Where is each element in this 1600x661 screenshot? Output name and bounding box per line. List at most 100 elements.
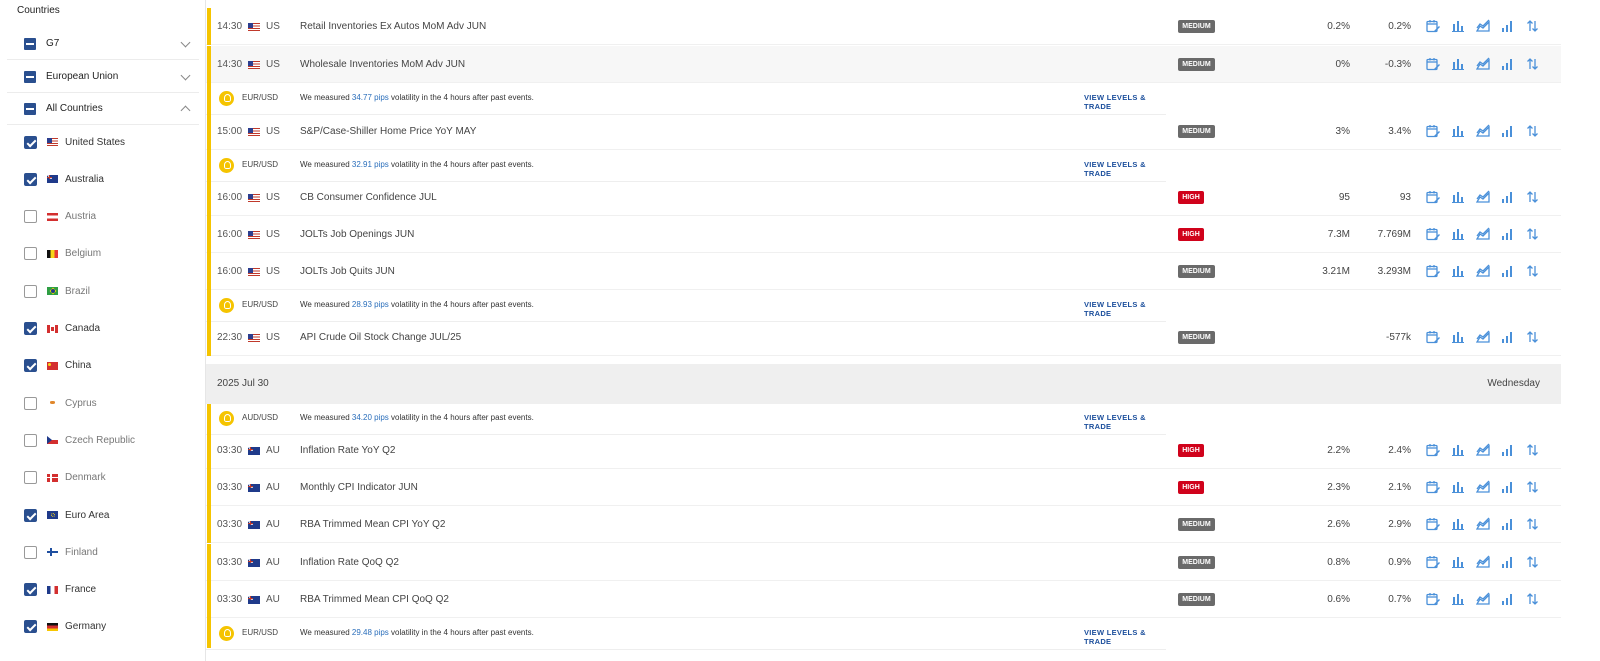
calendar-edit-icon[interactable] [1426,19,1440,33]
calendar-edit-icon[interactable] [1426,480,1440,494]
country-item-euro-area[interactable]: Euro Area [24,507,109,523]
group-select-toggle[interactable] [24,70,36,83]
sort-arrows-icon[interactable] [1526,443,1540,457]
country-item-canada[interactable]: Canada [24,321,100,337]
bar-chart-icon[interactable] [1451,330,1465,344]
calendar-edit-icon[interactable] [1426,555,1440,569]
sort-arrows-icon[interactable] [1526,124,1540,138]
country-item-united-states[interactable]: United States [24,134,125,150]
event-name[interactable]: Wholesale Inventories MoM Adv JUN [300,59,465,70]
calendar-edit-icon[interactable] [1426,124,1440,138]
area-chart-icon[interactable] [1475,190,1490,204]
event-name[interactable]: S&P/Case-Shiller Home Price YoY MAY [300,126,476,137]
country-checkbox[interactable] [24,396,37,410]
signal-bars-icon[interactable] [1501,592,1515,606]
event-name[interactable]: JOLTs Job Quits JUN [300,266,395,277]
country-item-denmark[interactable]: Denmark [24,470,106,486]
calendar-edit-icon[interactable] [1426,227,1440,241]
view-levels-trade-link[interactable]: VIEW LEVELS & TRADE [1084,628,1166,646]
chevron-down-icon[interactable] [180,70,191,81]
event-name[interactable]: JOLTs Job Openings JUN [300,229,414,240]
country-item-china[interactable]: China [24,358,91,374]
sort-arrows-icon[interactable] [1526,57,1540,71]
chevron-down-icon[interactable] [180,37,191,48]
country-item-france[interactable]: France [24,582,96,598]
bar-chart-icon[interactable] [1451,480,1465,494]
signal-bars-icon[interactable] [1501,264,1515,278]
area-chart-icon[interactable] [1475,517,1490,531]
calendar-edit-icon[interactable] [1426,517,1440,531]
bar-chart-icon[interactable] [1451,227,1465,241]
event-name[interactable]: RBA Trimmed Mean CPI YoY Q2 [300,519,445,530]
signal-bars-icon[interactable] [1501,480,1515,494]
calendar-edit-icon[interactable] [1426,264,1440,278]
calendar-edit-icon[interactable] [1426,57,1440,71]
event-row[interactable]: 15:00 US S&P/Case-Shiller Home Price YoY… [206,113,1561,150]
country-checkbox[interactable] [24,545,37,559]
calendar-edit-icon[interactable] [1426,190,1440,204]
event-row[interactable]: 03:30 AU Inflation Rate YoY Q2 HIGH 2.2%… [206,432,1561,469]
event-row[interactable]: 03:30 AU RBA Trimmed Mean CPI YoY Q2 MED… [206,506,1561,543]
calendar-edit-icon[interactable] [1426,330,1440,344]
bar-chart-icon[interactable] [1451,443,1465,457]
area-chart-icon[interactable] [1475,264,1490,278]
event-row[interactable]: 16:00 US CB Consumer Confidence JUL HIGH… [206,179,1561,216]
sort-arrows-icon[interactable] [1526,264,1540,278]
bar-chart-icon[interactable] [1451,517,1465,531]
event-name[interactable]: Inflation Rate QoQ Q2 [300,557,399,568]
view-levels-trade-link[interactable]: VIEW LEVELS & TRADE [1084,160,1166,178]
area-chart-icon[interactable] [1475,555,1490,569]
event-name[interactable]: Retail Inventories Ex Autos MoM Adv JUN [300,21,486,32]
signal-bars-icon[interactable] [1501,555,1515,569]
country-item-belgium[interactable]: Belgium [24,246,101,262]
area-chart-icon[interactable] [1475,592,1490,606]
country-group-g7[interactable]: G7 [7,28,199,60]
country-checkbox[interactable] [24,284,37,298]
view-levels-trade-link[interactable]: VIEW LEVELS & TRADE [1084,413,1166,431]
country-group-european-union[interactable]: European Union [7,61,199,93]
sort-arrows-icon[interactable] [1526,19,1540,33]
event-row[interactable]: 03:30 AU RBA Trimmed Mean CPI QoQ Q2 MED… [206,581,1561,618]
event-row[interactable]: 03:30 AU Monthly CPI Indicator JUN HIGH … [206,469,1561,506]
event-name[interactable]: CB Consumer Confidence JUL [300,192,437,203]
sort-arrows-icon[interactable] [1526,227,1540,241]
signal-bars-icon[interactable] [1501,19,1515,33]
event-row[interactable]: 03:30 AU Inflation Rate QoQ Q2 MEDIUM 0.… [206,544,1561,581]
area-chart-icon[interactable] [1475,227,1490,241]
country-checkbox[interactable] [24,172,37,186]
bar-chart-icon[interactable] [1451,57,1465,71]
event-name[interactable]: API Crude Oil Stock Change JUL/25 [300,332,461,343]
sort-arrows-icon[interactable] [1526,480,1540,494]
country-item-czech-republic[interactable]: Czech Republic [24,432,135,448]
event-row[interactable]: 14:30 US Retail Inventories Ex Autos MoM… [206,8,1561,45]
country-checkbox[interactable] [24,433,37,447]
country-item-germany[interactable]: Germany [24,619,106,635]
view-levels-trade-link[interactable]: VIEW LEVELS & TRADE [1084,300,1166,318]
event-row[interactable]: 16:00 US JOLTs Job Openings JUN HIGH 7.3… [206,216,1561,253]
sort-arrows-icon[interactable] [1526,592,1540,606]
area-chart-icon[interactable] [1475,330,1490,344]
sort-arrows-icon[interactable] [1526,330,1540,344]
signal-bars-icon[interactable] [1501,443,1515,457]
signal-bars-icon[interactable] [1501,57,1515,71]
country-group-all-countries[interactable]: All Countries [7,93,199,125]
sort-arrows-icon[interactable] [1526,555,1540,569]
signal-bars-icon[interactable] [1501,124,1515,138]
event-row[interactable]: 16:00 US JOLTs Job Quits JUN MEDIUM 3.21… [206,253,1561,290]
country-checkbox[interactable] [24,359,37,373]
signal-bars-icon[interactable] [1501,517,1515,531]
calendar-edit-icon[interactable] [1426,443,1440,457]
event-row[interactable]: 14:30 US Wholesale Inventories MoM Adv J… [206,46,1561,83]
country-checkbox[interactable] [24,322,37,335]
event-name[interactable]: Monthly CPI Indicator JUN [300,482,418,493]
country-item-australia[interactable]: Australia [24,171,104,187]
calendar-edit-icon[interactable] [1426,592,1440,606]
event-name[interactable]: RBA Trimmed Mean CPI QoQ Q2 [300,594,449,605]
sort-arrows-icon[interactable] [1526,517,1540,531]
area-chart-icon[interactable] [1475,124,1490,138]
country-checkbox[interactable] [24,508,37,522]
country-checkbox[interactable] [24,471,37,485]
sort-arrows-icon[interactable] [1526,190,1540,204]
country-checkbox[interactable] [24,583,37,597]
area-chart-icon[interactable] [1475,19,1490,33]
